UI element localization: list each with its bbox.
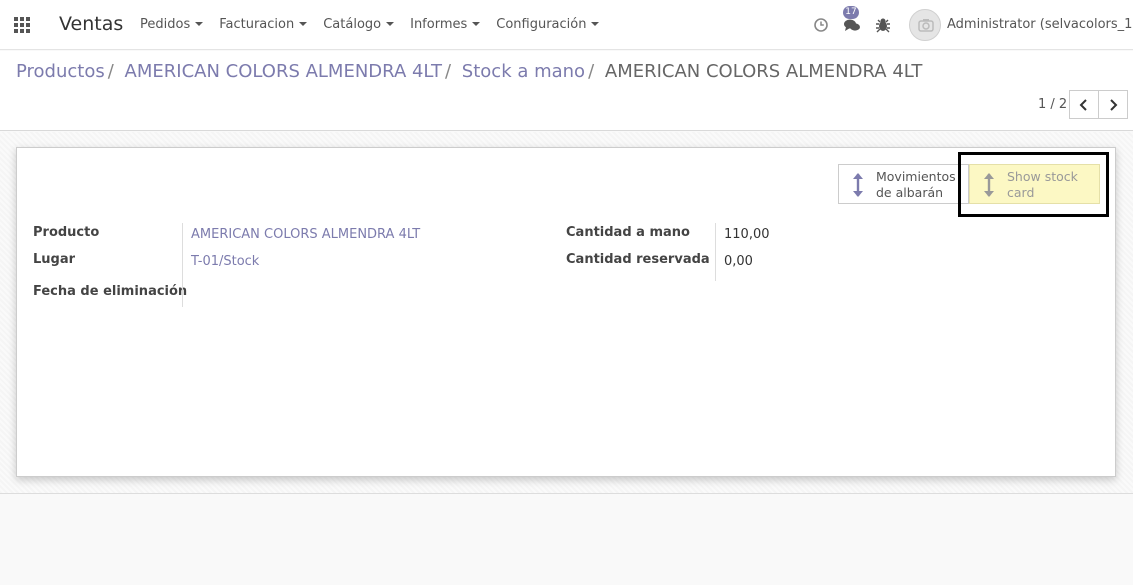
activity-clock-icon[interactable]	[812, 16, 830, 34]
breadcrumb-productos[interactable]: Productos	[16, 61, 105, 82]
show-stock-card-button[interactable]: Show stock card	[969, 164, 1100, 204]
field-label-fecha-eliminacion: Fecha de eliminación	[33, 284, 188, 299]
menu-label: Facturacion	[219, 17, 295, 32]
caret-down-icon	[195, 22, 204, 26]
form-view: Movimientos de albarán Show stock card Pro…	[0, 132, 1133, 494]
stock-moves-button[interactable]: Movimientos de albarán	[838, 164, 969, 204]
breadcrumb-separator: /	[588, 61, 595, 82]
field-label-cantidad-reservada: Cantidad reservada	[566, 252, 710, 267]
pager-previous-button[interactable]	[1069, 90, 1099, 119]
menu-facturacion[interactable]: Facturacion	[219, 17, 308, 32]
main-navbar: Ventas Pedidos Facturacion Catálogo Info…	[0, 0, 1133, 50]
chevron-left-icon	[1079, 99, 1087, 111]
empty-area	[0, 494, 1133, 585]
field-lugar-link[interactable]: T-01/Stock	[191, 254, 259, 269]
form-sheet: Movimientos de albarán Show stock card Pro…	[16, 147, 1116, 477]
messages-count-badge: 17	[843, 6, 859, 19]
breadcrumb-separator: /	[107, 61, 114, 82]
arrows-vertical-icon	[853, 173, 863, 197]
menu-label: Informes	[410, 17, 468, 32]
menu-label: Configuración	[496, 17, 587, 32]
chevron-right-icon	[1110, 99, 1118, 111]
pager-value[interactable]: 1 / 2	[1038, 97, 1067, 112]
main-menu: Pedidos Facturacion Catálogo Informes Co…	[140, 17, 615, 32]
menu-label: Catálogo	[323, 17, 382, 32]
caret-down-icon	[591, 22, 600, 26]
control-panel: Productos / AMERICAN COLORS ALMENDRA 4LT /…	[0, 51, 1133, 131]
breadcrumb-separator: /	[444, 61, 452, 82]
field-label-producto: Producto	[33, 225, 100, 240]
smart-button-label: Show stock card	[1007, 169, 1078, 200]
chat-messages-icon[interactable]	[843, 18, 861, 36]
breadcrumb: Productos / AMERICAN COLORS ALMENDRA 4LT /…	[16, 61, 922, 82]
breadcrumb-product[interactable]: AMERICAN COLORS ALMENDRA 4LT	[125, 61, 442, 82]
field-cantidad-a-mano: 110,00	[724, 227, 770, 242]
field-label-lugar: Lugar	[33, 252, 76, 267]
breadcrumb-current: AMERICAN COLORS ALMENDRA 4LT	[604, 61, 923, 82]
menu-pedidos[interactable]: Pedidos	[140, 17, 204, 32]
field-divider	[182, 223, 183, 307]
field-cantidad-reservada: 0,00	[724, 254, 753, 269]
field-producto-link[interactable]: AMERICAN COLORS ALMENDRA 4LT	[191, 227, 420, 242]
field-label-cantidad-a-mano: Cantidad a mano	[566, 225, 690, 240]
arrows-vertical-icon	[984, 173, 994, 197]
camera-placeholder-icon	[918, 19, 934, 32]
menu-catalogo[interactable]: Catálogo	[323, 17, 395, 32]
field-divider	[715, 223, 716, 281]
caret-down-icon	[472, 22, 481, 26]
user-avatar[interactable]	[909, 9, 941, 41]
caret-down-icon	[386, 22, 395, 26]
pager-next-button[interactable]	[1098, 90, 1128, 119]
menu-informes[interactable]: Informes	[410, 17, 481, 32]
menu-label: Pedidos	[140, 17, 191, 32]
menu-configuracion[interactable]: Configuración	[496, 17, 600, 32]
app-name: Ventas	[59, 13, 124, 35]
breadcrumb-stock-a-mano[interactable]: Stock a mano	[462, 61, 585, 82]
user-menu[interactable]: Administrator (selvacolors_11_2	[947, 17, 1133, 32]
debug-bug-icon[interactable]	[874, 16, 892, 34]
caret-down-icon	[299, 22, 308, 26]
apps-menu-icon[interactable]	[14, 17, 32, 33]
smart-button-label: Movimientos de albarán	[876, 169, 956, 200]
